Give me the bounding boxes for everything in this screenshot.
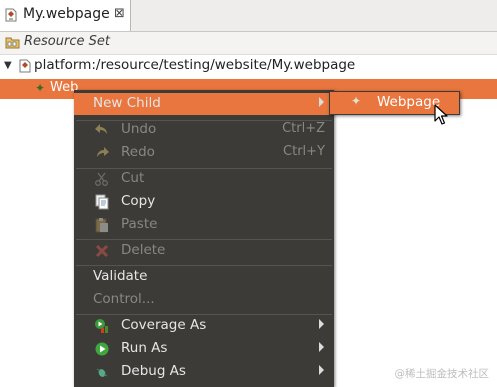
menu-item-label: Paste [121,216,158,232]
context-menu: New Child Undo Ctrl+Z Redo Ctrl+Y Cut Co… [74,90,334,387]
menu-item-shortcut: Ctrl+Z [282,121,325,136]
model-file-icon [5,8,17,22]
paste-icon [95,218,108,233]
tree-item-root[interactable]: ▼ platform:/resource/testing/website/My.… [0,56,497,77]
undo-icon [95,124,107,134]
editor-tab-title: My.webpage [23,6,110,22]
menu-item-label: Validate [93,268,148,284]
menu-item-copy[interactable]: Copy [74,191,334,213]
menu-item-label: Debug As [121,363,186,379]
model-file-icon [19,59,31,73]
menu-item-label: New Child [93,95,161,111]
submenu-arrow-icon [319,97,324,107]
menu-item-delete[interactable]: Delete [74,240,334,262]
menu-item-coverage-as[interactable]: Coverage As [74,315,334,337]
menu-item-cut[interactable]: Cut [74,168,334,190]
submenu-arrow-icon [319,319,324,329]
editor-tab-my-webpage[interactable]: My.webpage ⊠ [0,0,131,31]
menu-item-redo[interactable]: Redo Ctrl+Y [74,142,334,164]
menu-item-run-as[interactable]: Run As [74,338,334,360]
menu-item-paste[interactable]: Paste [74,214,334,236]
menu-item-label: Coverage As [121,317,207,333]
tree-root-label: platform:/resource/testing/website/My.we… [34,57,356,73]
copy-icon [95,194,109,210]
menu-item-label: Control... [93,291,155,307]
resource-set-row[interactable]: Resource Set [0,32,497,55]
submenu-arrow-icon [319,342,324,352]
debug-bug-icon [96,368,108,377]
resource-set-label: Resource Set [24,34,110,49]
model-element-icon: ✦ [351,94,362,108]
menu-item-undo[interactable]: Undo Ctrl+Z [74,119,334,141]
menu-item-label: Undo [121,121,157,137]
coverage-icon [95,319,108,333]
watermark: @稀土掘金技术社区 [394,368,490,380]
menu-item-validate[interactable]: Validate [74,266,334,288]
menu-item-debug-as[interactable]: Debug As [74,361,334,383]
expand-arrow-icon[interactable]: ▼ [4,60,12,71]
menu-item-label: Delete [121,242,166,258]
submenu-arrow-icon [319,365,324,375]
delete-icon [95,244,109,258]
menu-item-label: Redo [121,144,155,160]
redo-icon [97,147,109,157]
menu-item-control[interactable]: Control... [74,289,334,311]
resource-set-icon [5,37,20,49]
menu-item-label: Copy [121,193,156,209]
editor-tab-bar: My.webpage ⊠ [0,0,497,32]
close-icon[interactable]: ⊠ [114,6,125,21]
scissors-icon [95,172,108,186]
submenu-item-label: Webpage [377,94,441,110]
mouse-cursor-icon [434,104,448,125]
menu-item-shortcut: Ctrl+Y [283,144,325,159]
model-element-icon: ✦ [35,81,46,95]
menu-item-label: Cut [121,170,145,186]
menu-item-label: Run As [121,340,168,356]
menu-item-new-child[interactable]: New Child [74,93,334,115]
run-icon [95,342,109,356]
